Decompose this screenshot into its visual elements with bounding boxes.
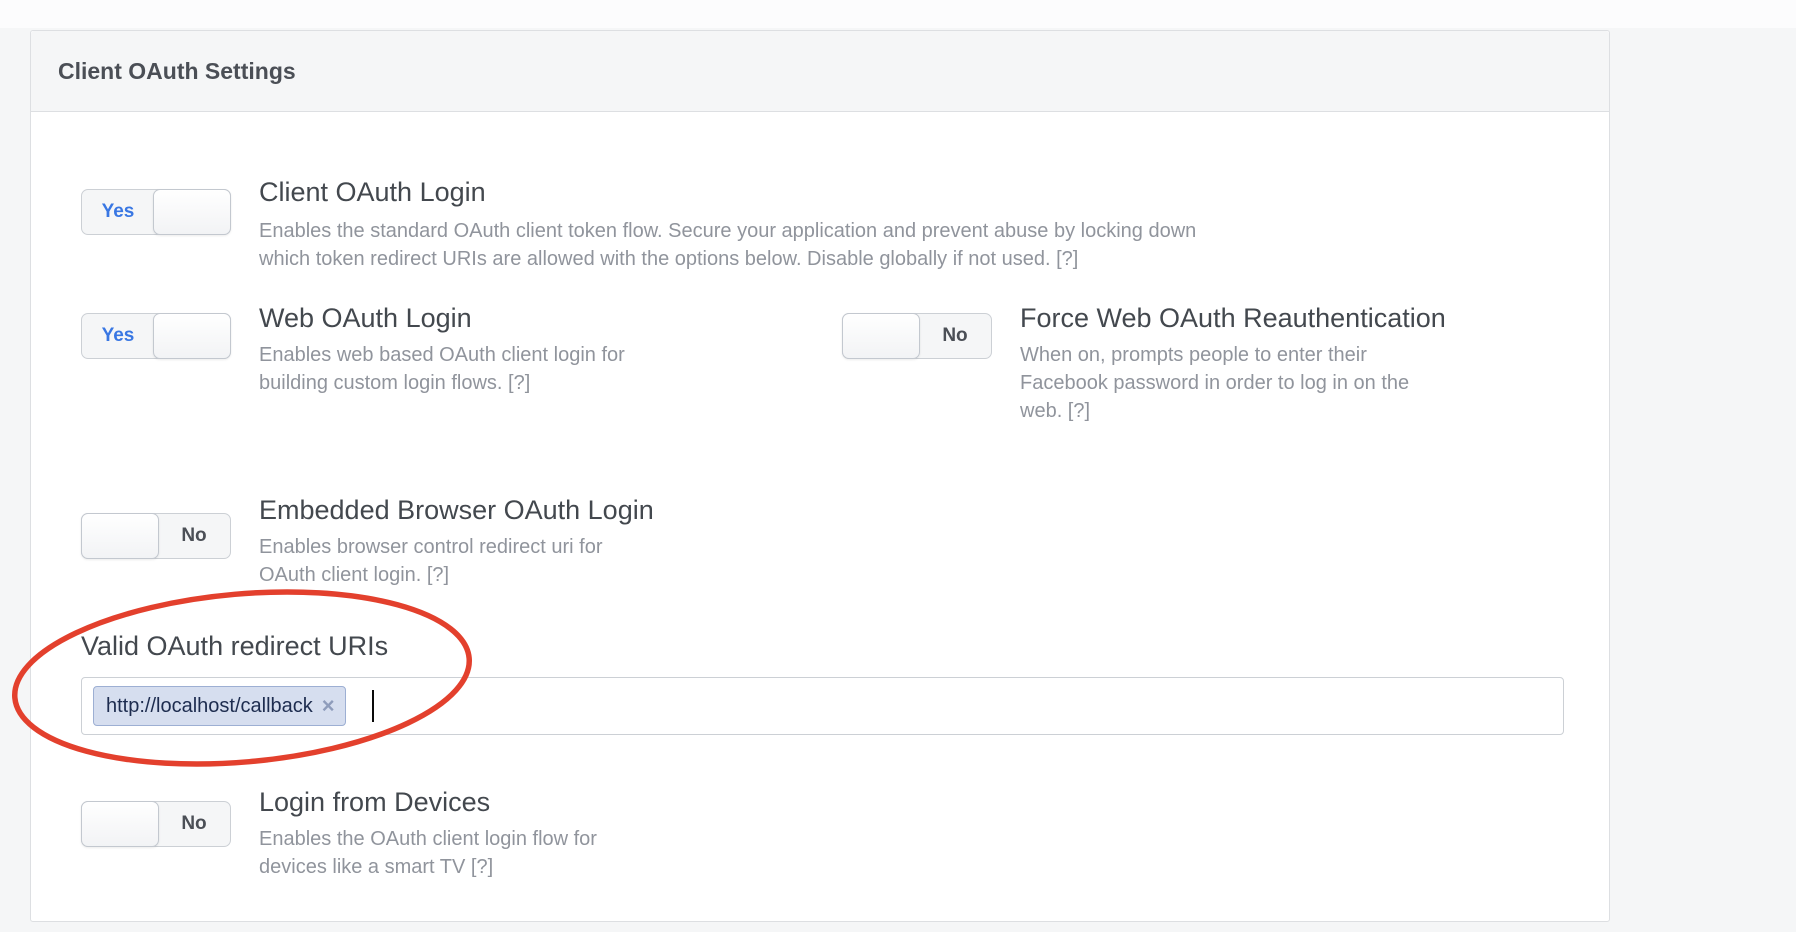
uri-token: http://localhost/callback ×	[93, 686, 346, 726]
description-line: devices like a smart TV [?]	[259, 853, 597, 881]
toggle-no-label: No	[919, 314, 991, 358]
login-from-devices-toggle[interactable]: No	[81, 801, 231, 847]
description-line: Facebook password in order to log in on …	[1020, 369, 1409, 397]
uri-token-value: http://localhost/callback	[106, 695, 313, 718]
toggle-knob	[153, 189, 231, 235]
description-line: building custom login flows. [?]	[259, 369, 625, 397]
description-line: OAuth client login. [?]	[259, 561, 602, 589]
toggle-knob	[842, 313, 920, 359]
description-line: web. [?]	[1020, 397, 1409, 425]
client-oauth-settings-panel: Client OAuth Settings Yes Client OAuth L…	[30, 30, 1610, 922]
description-line: Enables the standard OAuth client token …	[259, 217, 1196, 245]
description-line: Enables browser control redirect uri for	[259, 533, 602, 561]
panel-header: Client OAuth Settings	[31, 31, 1609, 112]
embedded-browser-oauth-login-description: Enables browser control redirect uri for…	[259, 533, 602, 589]
toggle-yes-label: Yes	[82, 314, 154, 358]
login-from-devices-title: Login from Devices	[259, 787, 490, 818]
text-cursor	[372, 690, 374, 722]
remove-token-icon[interactable]: ×	[322, 695, 335, 717]
toggle-knob	[153, 313, 231, 359]
toggle-knob	[81, 513, 159, 559]
embedded-browser-oauth-login-title: Embedded Browser OAuth Login	[259, 495, 654, 526]
web-oauth-login-toggle[interactable]: Yes	[81, 313, 231, 359]
toggle-knob	[81, 801, 159, 847]
web-oauth-login-title: Web OAuth Login	[259, 303, 472, 334]
description-line: Enables the OAuth client login flow for	[259, 825, 597, 853]
force-web-oauth-reauthentication-toggle[interactable]: No	[842, 313, 992, 359]
web-oauth-login-description: Enables web based OAuth client login for…	[259, 341, 625, 397]
page: Client OAuth Settings Yes Client OAuth L…	[0, 0, 1796, 932]
valid-oauth-redirect-uris-label: Valid OAuth redirect URIs	[81, 631, 388, 662]
toggle-no-label: No	[158, 802, 230, 846]
description-line: Enables web based OAuth client login for	[259, 341, 625, 369]
description-line: which token redirect URIs are allowed wi…	[259, 245, 1196, 273]
redirect-uris-input[interactable]: http://localhost/callback ×	[81, 677, 1564, 735]
toggle-yes-label: Yes	[82, 190, 154, 234]
embedded-browser-oauth-login-toggle[interactable]: No	[81, 513, 231, 559]
client-oauth-login-title: Client OAuth Login	[259, 177, 486, 208]
top-strip	[0, 0, 1796, 28]
description-line: When on, prompts people to enter their	[1020, 341, 1409, 369]
client-oauth-login-description: Enables the standard OAuth client token …	[259, 217, 1196, 273]
login-from-devices-description: Enables the OAuth client login flow for …	[259, 825, 597, 881]
force-web-oauth-reauthentication-title: Force Web OAuth Reauthentication	[1020, 303, 1446, 334]
client-oauth-login-toggle[interactable]: Yes	[81, 189, 231, 235]
force-web-oauth-reauthentication-description: When on, prompts people to enter their F…	[1020, 341, 1409, 425]
toggle-no-label: No	[158, 514, 230, 558]
panel-title: Client OAuth Settings	[58, 58, 296, 85]
